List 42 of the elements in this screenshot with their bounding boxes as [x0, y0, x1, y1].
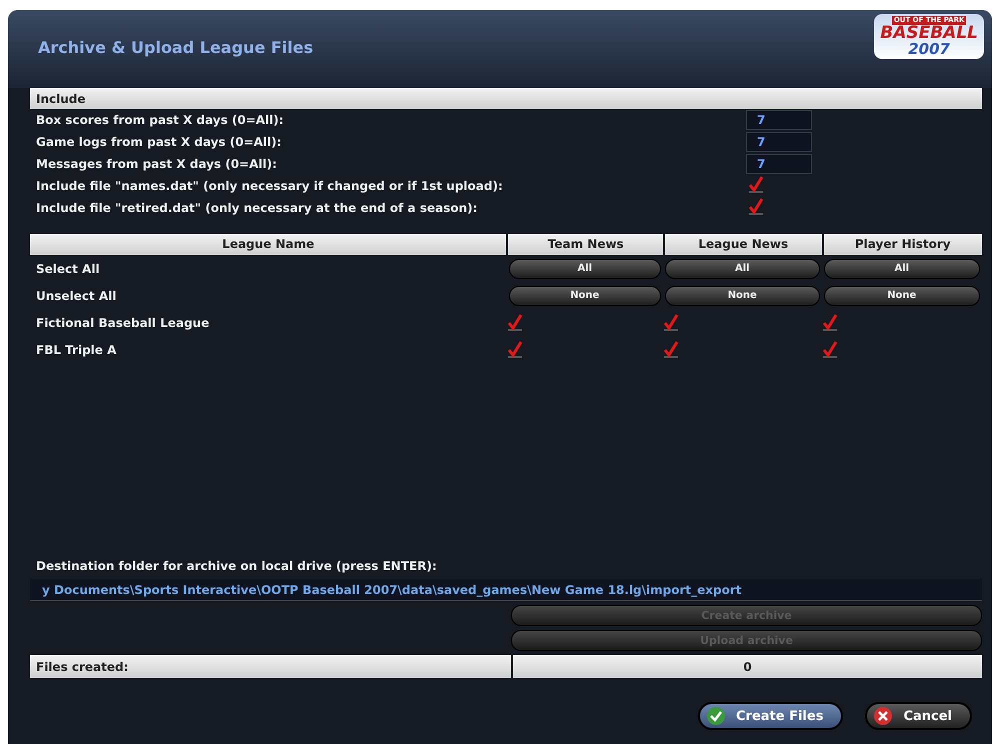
select-button[interactable]: All	[665, 258, 820, 278]
logo-text: 2007	[908, 42, 950, 57]
checked-checkbox[interactable]	[822, 341, 838, 358]
row-label: Select All	[35, 262, 100, 276]
checked-checkbox[interactable]	[822, 314, 838, 331]
checked-checkbox[interactable]	[663, 314, 680, 331]
row-label: FBL Triple A	[35, 342, 116, 356]
number-field[interactable]: 7	[746, 110, 812, 130]
select-button[interactable]: None	[665, 286, 820, 306]
row-label: Unselect All	[35, 288, 116, 302]
close-icon	[873, 706, 894, 726]
logo-text: BASEBALL	[880, 25, 978, 42]
files-created-label: Files created:	[30, 655, 511, 678]
select-button[interactable]: None	[508, 286, 662, 306]
number-field[interactable]: 7	[746, 154, 812, 174]
checked-checkbox[interactable]	[663, 341, 680, 358]
section-heading: Include	[30, 88, 982, 109]
select-button[interactable]: None	[824, 286, 980, 306]
cancel-button[interactable]: Cancel	[865, 702, 972, 730]
setting-label: Messages from past X days (0=All):	[35, 157, 277, 171]
column-header: League Name	[30, 234, 506, 254]
column-header: League News	[663, 234, 822, 254]
checked-checkbox[interactable]	[748, 198, 764, 214]
files-created-count: 0	[511, 655, 982, 678]
setting-label: Box scores from past X days (0=All):	[35, 113, 284, 127]
folder-path-field[interactable]: y Documents\Sports Interactive\OOTP Baseball 2007\data\saved_games\New Game 18.lg\import_export	[30, 579, 982, 601]
setting-label: Include file "names.dat" (only necessary if changed or if 1st upload):	[35, 179, 503, 193]
setting-label: Game logs from past X days (0=All):	[35, 135, 282, 149]
checked-checkbox[interactable]	[748, 176, 764, 192]
checked-checkbox[interactable]	[506, 341, 522, 358]
checked-checkbox[interactable]	[506, 314, 522, 331]
create-files-button[interactable]: Create Files	[698, 702, 844, 730]
destination-label: Destination folder for archive on local drive (press ENTER):	[35, 559, 438, 573]
setting-label: Include file "retired.dat" (only necessary at the end of a season):	[35, 201, 478, 215]
column-header: Player History	[822, 234, 982, 254]
number-field[interactable]: 7	[746, 132, 812, 152]
column-header: Team News	[506, 234, 663, 254]
window-title: Archive & Upload League Files	[38, 38, 314, 57]
check-icon	[706, 706, 726, 726]
row-label: Fictional Baseball League	[35, 316, 210, 330]
select-button[interactable]: All	[824, 258, 980, 278]
select-button[interactable]: All	[508, 258, 662, 278]
